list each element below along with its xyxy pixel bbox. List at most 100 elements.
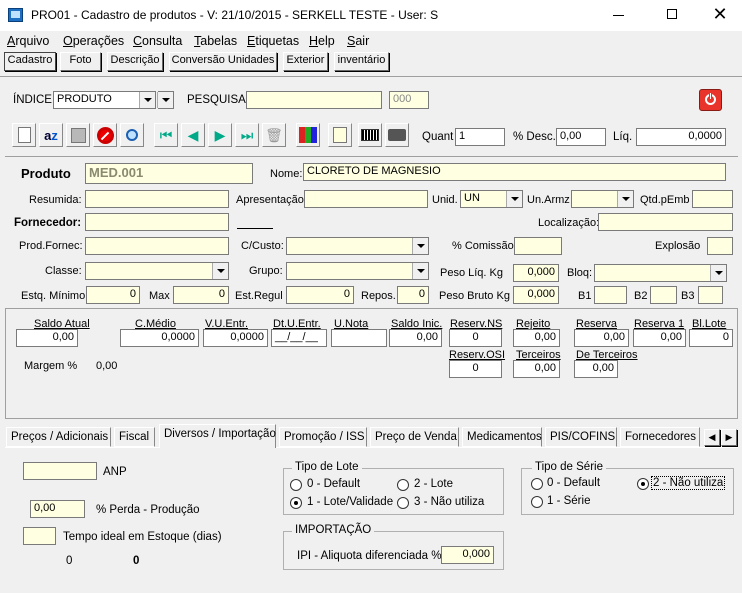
tab-inventario[interactable]: inventário xyxy=(334,52,389,71)
pesquisa-input[interactable] xyxy=(246,91,382,109)
b1-input[interactable] xyxy=(594,286,627,304)
terceiros-value: 0,00 xyxy=(513,360,560,378)
tab-medicamentos[interactable]: Medicamentos xyxy=(462,427,542,447)
tab-diversos-importacao[interactable]: Diversos / Importação xyxy=(159,424,276,448)
last-button[interactable]: ⏭ xyxy=(235,123,259,147)
prodfornec-label: Prod.Fornec: xyxy=(19,240,83,252)
qtdpemb-input[interactable] xyxy=(692,190,733,208)
save-button[interactable] xyxy=(66,123,90,147)
close-icon[interactable]: ✕ xyxy=(710,4,730,24)
tab-promocao-iss[interactable]: Promoção / ISS xyxy=(279,427,367,447)
unarmz-select[interactable] xyxy=(571,190,634,208)
tab-preco-venda[interactable]: Preço de Venda xyxy=(370,427,459,447)
power-button[interactable] xyxy=(699,89,722,111)
comissao-input[interactable] xyxy=(514,237,562,255)
serie-radio-1[interactable] xyxy=(531,496,543,508)
localizacao-input[interactable] xyxy=(598,213,733,231)
edit-button[interactable] xyxy=(328,123,352,147)
menu-etiquetas[interactable]: Etiquetas xyxy=(247,34,299,48)
barcode-button[interactable] xyxy=(358,123,382,147)
resumida-input[interactable] xyxy=(85,190,229,208)
desc-input[interactable]: 0,00 xyxy=(556,128,606,146)
serie-option-0: 0 - Default xyxy=(547,477,601,489)
window-title: PRO01 - Cadastro de produtos - V: 21/10/… xyxy=(31,8,439,22)
tab-foto[interactable]: Foto xyxy=(60,52,101,71)
minimize-icon[interactable] xyxy=(613,15,624,16)
menu-tabelas[interactable]: Tabelas xyxy=(194,34,237,48)
repos-input[interactable]: 0 xyxy=(397,286,429,304)
pesquisa-code: 000 xyxy=(389,91,429,109)
bllote-value: 0 xyxy=(689,329,733,347)
estregul-input[interactable]: 0 xyxy=(286,286,354,304)
serie-radio-2[interactable] xyxy=(637,478,649,490)
menu-consulta[interactable]: Consulta xyxy=(133,34,182,48)
new-button[interactable] xyxy=(12,123,36,147)
ccusto-select[interactable] xyxy=(286,237,429,255)
explosao-input[interactable] xyxy=(707,237,733,255)
tabs-scroll-left[interactable]: ◀ xyxy=(704,429,720,446)
b3-input[interactable] xyxy=(698,286,723,304)
menu-sair[interactable]: Sair xyxy=(347,34,369,48)
prev-icon: ◀ xyxy=(187,126,199,143)
title-bar: PRO01 - Cadastro de produtos - V: 21/10/… xyxy=(0,0,742,31)
anp-input[interactable] xyxy=(23,462,97,480)
delete-button[interactable]: 🗑 xyxy=(262,123,286,147)
b2-input[interactable] xyxy=(650,286,677,304)
bloq-select[interactable] xyxy=(594,264,727,282)
print-button[interactable] xyxy=(385,123,409,147)
produto-input[interactable]: MED.001 xyxy=(85,163,253,184)
lote-radio-0[interactable] xyxy=(290,479,302,491)
maximize-icon[interactable] xyxy=(667,9,677,19)
ipi-input[interactable]: 0,000 xyxy=(441,546,494,564)
fornecedor-input[interactable] xyxy=(85,213,229,231)
menu-help[interactable]: Help xyxy=(309,34,335,48)
lote-radio-1[interactable] xyxy=(290,497,302,509)
indice-order-select[interactable] xyxy=(157,91,174,109)
pesoliq-input[interactable]: 0,000 xyxy=(513,264,559,282)
lote-radio-3[interactable] xyxy=(397,497,409,509)
tab-exterior[interactable]: Exterior xyxy=(283,52,328,71)
liq-input[interactable]: 0,0000 xyxy=(636,128,726,146)
serie-radio-0[interactable] xyxy=(531,478,543,490)
menu-operacoes[interactable]: Operações xyxy=(63,34,124,48)
tab-conversao-unidades[interactable]: Conversão Unidades xyxy=(169,52,277,71)
next-button[interactable]: ▶ xyxy=(208,123,232,147)
indice-select[interactable]: PRODUTO xyxy=(53,91,156,109)
grupo-select[interactable] xyxy=(286,262,429,280)
tab-cadastro[interactable]: Cadastro xyxy=(4,52,56,71)
search-button[interactable] xyxy=(120,123,144,147)
max-input[interactable]: 0 xyxy=(173,286,229,304)
deterceiros-value: 0,00 xyxy=(574,360,618,378)
books-button[interactable] xyxy=(296,123,320,147)
tab-fiscal[interactable]: Fiscal xyxy=(114,427,155,447)
menu-arquivo[interactable]: Arquivo xyxy=(7,34,49,48)
tab-fornecedores[interactable]: Fornecedores xyxy=(620,427,700,447)
apresentacao-input[interactable] xyxy=(304,190,428,208)
prev-button[interactable]: ◀ xyxy=(181,123,205,147)
tab-descricao[interactable]: Descrição xyxy=(107,52,163,71)
lote-radio-2[interactable] xyxy=(397,479,409,491)
resumida-label: Resumida: xyxy=(29,194,82,206)
quant-input[interactable]: 1 xyxy=(455,128,505,146)
classe-select[interactable] xyxy=(85,262,229,280)
tab-pis-cofins[interactable]: PIS/COFINS xyxy=(545,427,617,447)
first-button[interactable]: ⏮ xyxy=(154,123,178,147)
lote-option-3: 3 - Não utiliza xyxy=(414,496,485,508)
prodfornec-input[interactable] xyxy=(85,237,229,255)
tempo-input[interactable] xyxy=(23,527,56,545)
cancel-button[interactable] xyxy=(93,123,117,147)
pesobruto-input[interactable]: 0,000 xyxy=(513,286,559,304)
estqmin-input[interactable]: 0 xyxy=(86,286,140,304)
serie-option-1: 1 - Série xyxy=(547,495,591,507)
nome-input[interactable]: CLORETO DE MAGNESIO xyxy=(303,163,726,181)
grupo-label: Grupo: xyxy=(249,265,283,277)
spell-button[interactable]: az xyxy=(39,123,63,147)
count-b: 0 xyxy=(133,555,140,567)
unid-select[interactable]: UN xyxy=(460,190,523,208)
fornecedor-name-line xyxy=(237,228,273,229)
bloq-label: Bloq: xyxy=(567,267,593,279)
perda-input[interactable]: 0,00 xyxy=(30,500,85,518)
search-icon xyxy=(126,129,138,141)
tab-precos-adicionais[interactable]: Preços / Adicionais xyxy=(6,427,111,447)
tabs-scroll-right[interactable]: ▶ xyxy=(721,429,737,446)
